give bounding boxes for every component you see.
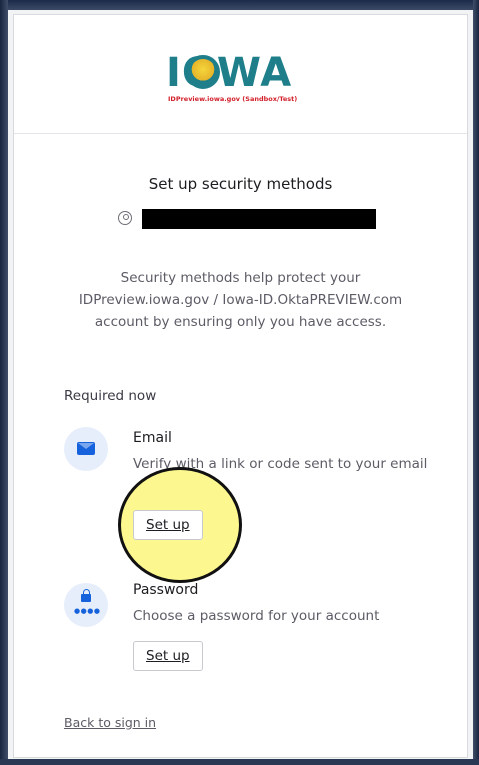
method-name-email: Email [133,430,172,446]
screenshot-frame: IOWA IDPreview.iowa.gov (Sandbox/Test) S… [0,0,479,765]
auth-card: IOWA IDPreview.iowa.gov (Sandbox/Test) S… [13,14,468,758]
email-setup-button[interactable]: Set up [133,510,203,540]
logo-environment-label: IDPreview.iowa.gov (Sandbox/Test) [168,95,298,103]
iowa-logo: IOWA IDPreview.iowa.gov (Sandbox/Test) [166,53,326,103]
password-setup-button[interactable]: Set up [133,641,203,671]
page-description: Security methods help protect your IDPre… [78,270,403,330]
logo-wordmark: IOWA [166,50,293,96]
page-title: Set up security methods [148,175,333,193]
method-name-password: Password [133,582,199,598]
password-lock-icon: ●●●● [64,583,108,627]
logo-header: IOWA IDPreview.iowa.gov (Sandbox/Test) [14,15,467,134]
sun-icon [186,55,220,89]
window-edge-bottom [0,759,479,765]
section-label-required: Required now [64,388,157,404]
window-edge-left [0,0,8,765]
back-to-sign-in-link[interactable]: Back to sign in [64,715,156,730]
method-desc-password: Choose a password for your account [133,608,380,624]
window-edge-top [0,0,479,10]
envelope-icon [64,427,108,471]
user-icon [118,211,132,225]
window-edge-right [473,0,479,765]
redacted-username [142,209,376,229]
